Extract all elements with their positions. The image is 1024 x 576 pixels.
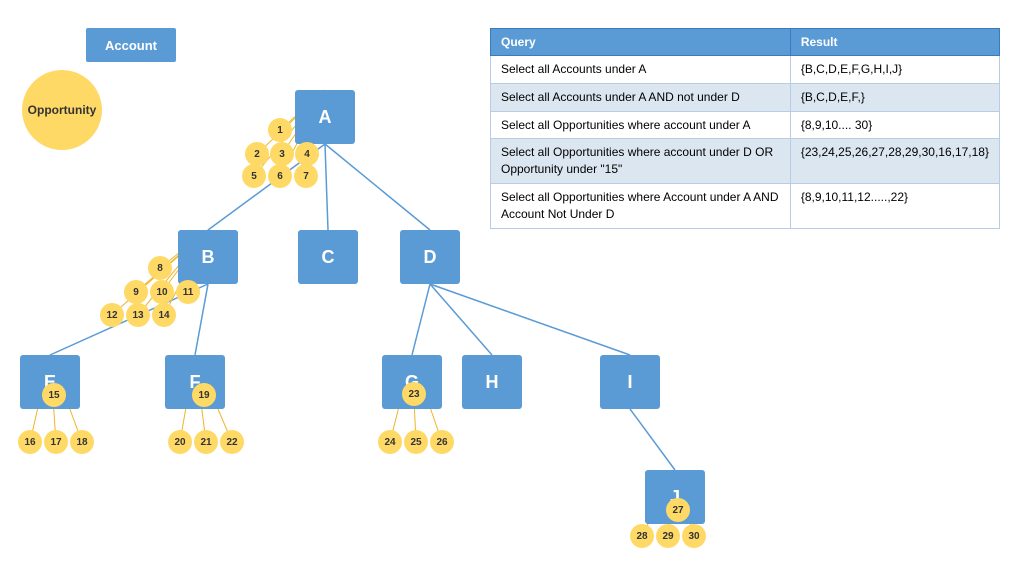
legend-opportunity-circle: Opportunity <box>22 70 102 150</box>
opp-node-14: 14 <box>152 303 176 327</box>
opp-node-25: 25 <box>404 430 428 454</box>
opp-node-26: 26 <box>430 430 454 454</box>
table-cell-result-0: {B,C,D,E,F,G,H,I,J} <box>790 56 999 84</box>
opp-node-10: 10 <box>150 280 174 304</box>
table-cell-query-3: Select all Opportunities where account u… <box>491 139 791 184</box>
opp-node-12: 12 <box>100 303 124 327</box>
table-cell-result-1: {B,C,D,E,F,} <box>790 83 999 111</box>
table-cell-query-0: Select all Accounts under A <box>491 56 791 84</box>
opp-node-20: 20 <box>168 430 192 454</box>
query-table: Query Result Select all Accounts under A… <box>490 28 1000 229</box>
main-container: Account Opportunity <box>0 0 1024 576</box>
account-node-B: B <box>178 230 238 284</box>
opp-node-11: 11 <box>176 280 200 304</box>
table-header-result: Result <box>790 29 999 56</box>
opp-node-22: 22 <box>220 430 244 454</box>
opp-node-9: 9 <box>124 280 148 304</box>
opp-node-21: 21 <box>194 430 218 454</box>
table-cell-result-4: {8,9,10,11,12.....,22} <box>790 183 999 228</box>
table-header-query: Query <box>491 29 791 56</box>
opp-node-29: 29 <box>656 524 680 548</box>
opp-node-4: 4 <box>295 142 319 166</box>
opp-node-27: 27 <box>666 498 690 522</box>
table-cell-query-1: Select all Accounts under A AND not unde… <box>491 83 791 111</box>
table-cell-query-4: Select all Opportunities where Account u… <box>491 183 791 228</box>
opp-node-5: 5 <box>242 164 266 188</box>
account-node-A: A <box>295 90 355 144</box>
opp-node-17: 17 <box>44 430 68 454</box>
opp-node-8: 8 <box>148 256 172 280</box>
account-node-D: D <box>400 230 460 284</box>
opp-node-2: 2 <box>245 142 269 166</box>
opp-node-15: 15 <box>42 383 66 407</box>
opp-node-1: 1 <box>268 118 292 142</box>
account-node-I: I <box>600 355 660 409</box>
table-cell-result-3: {23,24,25,26,27,28,29,30,16,17,18} <box>790 139 999 184</box>
opp-node-28: 28 <box>630 524 654 548</box>
opp-node-3: 3 <box>270 142 294 166</box>
opp-node-19: 19 <box>192 383 216 407</box>
opp-node-13: 13 <box>126 303 150 327</box>
opp-node-16: 16 <box>18 430 42 454</box>
opp-node-30: 30 <box>682 524 706 548</box>
opp-node-18: 18 <box>70 430 94 454</box>
table-cell-query-2: Select all Opportunities where account u… <box>491 111 791 139</box>
account-node-H: H <box>462 355 522 409</box>
legend-account-box: Account <box>86 28 176 62</box>
opp-node-6: 6 <box>268 164 292 188</box>
table-cell-result-2: {8,9,10.... 30} <box>790 111 999 139</box>
opp-node-23: 23 <box>402 382 426 406</box>
opp-node-7: 7 <box>294 164 318 188</box>
opp-node-24: 24 <box>378 430 402 454</box>
account-node-C: C <box>298 230 358 284</box>
